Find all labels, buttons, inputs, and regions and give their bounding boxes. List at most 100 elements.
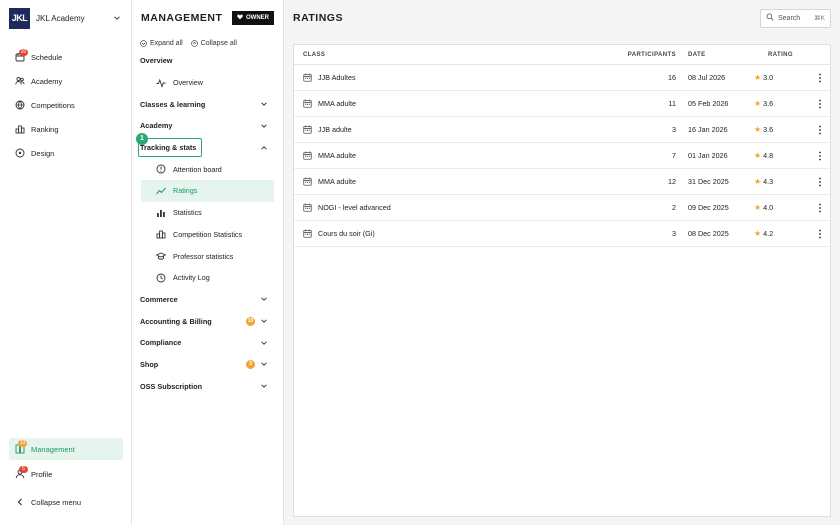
calendar-icon	[303, 151, 312, 160]
chevron-down-icon	[259, 121, 269, 131]
left-sidebar: JKL JKL Academy 20 Schedule Academy Comp…	[0, 0, 132, 525]
nav-item-label: Ranking	[31, 124, 59, 134]
row-actions-button[interactable]	[810, 177, 830, 187]
nav-item-label: Academy	[31, 76, 63, 86]
profile-badge: 5	[19, 466, 28, 473]
section-oss-subscription[interactable]: OSS Subscription	[132, 375, 283, 397]
row-actions-button[interactable]	[810, 99, 830, 109]
section-label: Commerce	[140, 294, 178, 304]
class-cell: MMA adulte	[294, 99, 612, 108]
menu-item-competition-statistics[interactable]: Competition Statistics	[141, 224, 274, 246]
alert-icon	[156, 164, 166, 174]
column-date[interactable]: DATE	[682, 52, 748, 58]
menu-item-activity-log[interactable]: Activity Log	[141, 267, 274, 289]
menu-item-professor-statistics[interactable]: Professor statistics	[141, 245, 274, 267]
section-label: OSS Subscription	[140, 381, 203, 391]
nav-item-label: Schedule	[31, 52, 63, 62]
management-badge: 13	[18, 440, 27, 447]
class-cell: JJB Adultes	[294, 73, 612, 82]
section-label: Accounting & Billing	[140, 316, 212, 326]
nav-item-ranking[interactable]: Ranking	[0, 117, 131, 141]
column-participants[interactable]: PARTICIPANTS	[612, 52, 682, 58]
management-title: MANAGEMENT	[141, 12, 223, 24]
section-label: Classes & learning	[140, 99, 206, 109]
chevron-down-icon	[259, 316, 269, 326]
collapse-all-button[interactable]: Collapse all	[190, 39, 237, 47]
search-button[interactable]: Search ⌘K	[760, 8, 831, 28]
star-icon: ★	[754, 99, 762, 108]
collapse-icon	[190, 39, 198, 47]
calendar-icon	[303, 99, 312, 108]
owner-label: OWNER	[246, 15, 269, 21]
calendar-icon	[303, 203, 312, 212]
collapse-menu-button[interactable]: Collapse menu	[0, 490, 132, 514]
search-icon	[766, 13, 774, 23]
column-class[interactable]: CLASS	[294, 52, 612, 58]
section-tracking[interactable]: 1 Tracking & stats	[132, 132, 283, 159]
participants-cell: 3	[672, 229, 676, 238]
star-icon: ★	[754, 73, 762, 82]
class-cell: NOGI - level advanced	[294, 203, 612, 212]
section-accounting[interactable]: Accounting & Billing 10	[132, 310, 283, 332]
academy-switcher[interactable]: JKL JKL Academy	[0, 0, 131, 36]
class-name: JJB adulte	[318, 125, 352, 134]
nav-item-schedule[interactable]: 20 Schedule	[0, 45, 131, 69]
section-academy[interactable]: Academy	[132, 115, 283, 137]
nav-item-management[interactable]: 13 Management	[9, 438, 123, 460]
more-vertical-icon	[819, 229, 821, 238]
row-actions-button[interactable]	[810, 203, 830, 213]
menu-item-label: Statistics	[173, 208, 202, 218]
row-actions-button[interactable]	[810, 73, 830, 83]
menu-item-ratings[interactable]: Ratings	[141, 180, 274, 202]
row-actions-button[interactable]	[810, 125, 830, 135]
row-actions-button[interactable]	[810, 229, 830, 239]
nav-item-design[interactable]: Design	[0, 141, 131, 165]
table-row[interactable]: NOGI - level advanced 2 09 Dec 2025 ★ 4.0	[294, 195, 830, 221]
highlight-number: 1	[136, 132, 148, 145]
table-row[interactable]: JJB adulte 3 16 Jan 2026 ★ 3.6	[294, 117, 830, 143]
table-row[interactable]: Cours du soir (Gi) 3 08 Dec 2025 ★ 4.2	[294, 221, 830, 247]
nav-item-profile[interactable]: 5 Profile	[0, 462, 132, 486]
date-cell: 05 Feb 2026	[688, 99, 729, 108]
rating-cell: ★ 4.0	[748, 203, 810, 212]
menu-item-label: Professor statistics	[173, 251, 234, 261]
graduation-cap-icon	[156, 251, 166, 261]
menu-item-attention-board[interactable]: Attention board	[141, 158, 274, 180]
nav-item-competitions[interactable]: Competitions	[0, 93, 131, 117]
rating-value: 4.2	[763, 229, 774, 238]
menu-item-statistics[interactable]: Statistics	[141, 202, 274, 224]
class-cell: MMA adulte	[294, 177, 612, 186]
rating-value: 4.3	[763, 177, 774, 186]
expand-all-button[interactable]: Expand all	[140, 40, 183, 47]
rating-value: 3.6	[763, 99, 774, 108]
row-actions-button[interactable]	[810, 151, 830, 161]
column-rating[interactable]: RATING	[748, 52, 810, 58]
participants-cell: 3	[672, 125, 676, 134]
section-classes[interactable]: Classes & learning	[132, 93, 283, 115]
palette-icon	[15, 148, 25, 158]
table-row[interactable]: MMA adulte 11 05 Feb 2026 ★ 3.6	[294, 91, 830, 117]
academy-logo: JKL	[9, 7, 30, 29]
class-cell: MMA adulte	[294, 151, 612, 160]
menu-item-overview[interactable]: Overview	[141, 72, 274, 94]
nav-item-academy[interactable]: Academy	[0, 69, 131, 93]
participants-cell: 2	[672, 203, 676, 212]
podium-icon	[156, 229, 166, 239]
table-row[interactable]: JJB Adultes 16 08 Jul 2026 ★ 3.0	[294, 65, 830, 91]
chevron-down-icon[interactable]	[112, 13, 122, 23]
rating-cell: ★ 4.2	[748, 229, 810, 238]
nav-item-label: Design	[31, 148, 55, 158]
accounting-badge: 10	[246, 316, 255, 326]
section-shop[interactable]: Shop 3	[132, 354, 283, 376]
expand-all-label: Expand all	[150, 39, 183, 47]
more-vertical-icon	[819, 203, 821, 212]
section-commerce[interactable]: Commerce	[132, 289, 283, 311]
rating-cell: ★ 4.3	[748, 177, 810, 186]
section-compliance[interactable]: Compliance	[132, 332, 283, 354]
trend-icon	[156, 186, 166, 196]
chevron-down-icon	[259, 99, 269, 109]
expand-icon	[140, 39, 147, 47]
table-row[interactable]: MMA adulte 7 01 Jan 2026 ★ 4.8	[294, 143, 830, 169]
heart-icon	[237, 14, 243, 22]
table-row[interactable]: MMA adulte 12 31 Dec 2025 ★ 4.3	[294, 169, 830, 195]
